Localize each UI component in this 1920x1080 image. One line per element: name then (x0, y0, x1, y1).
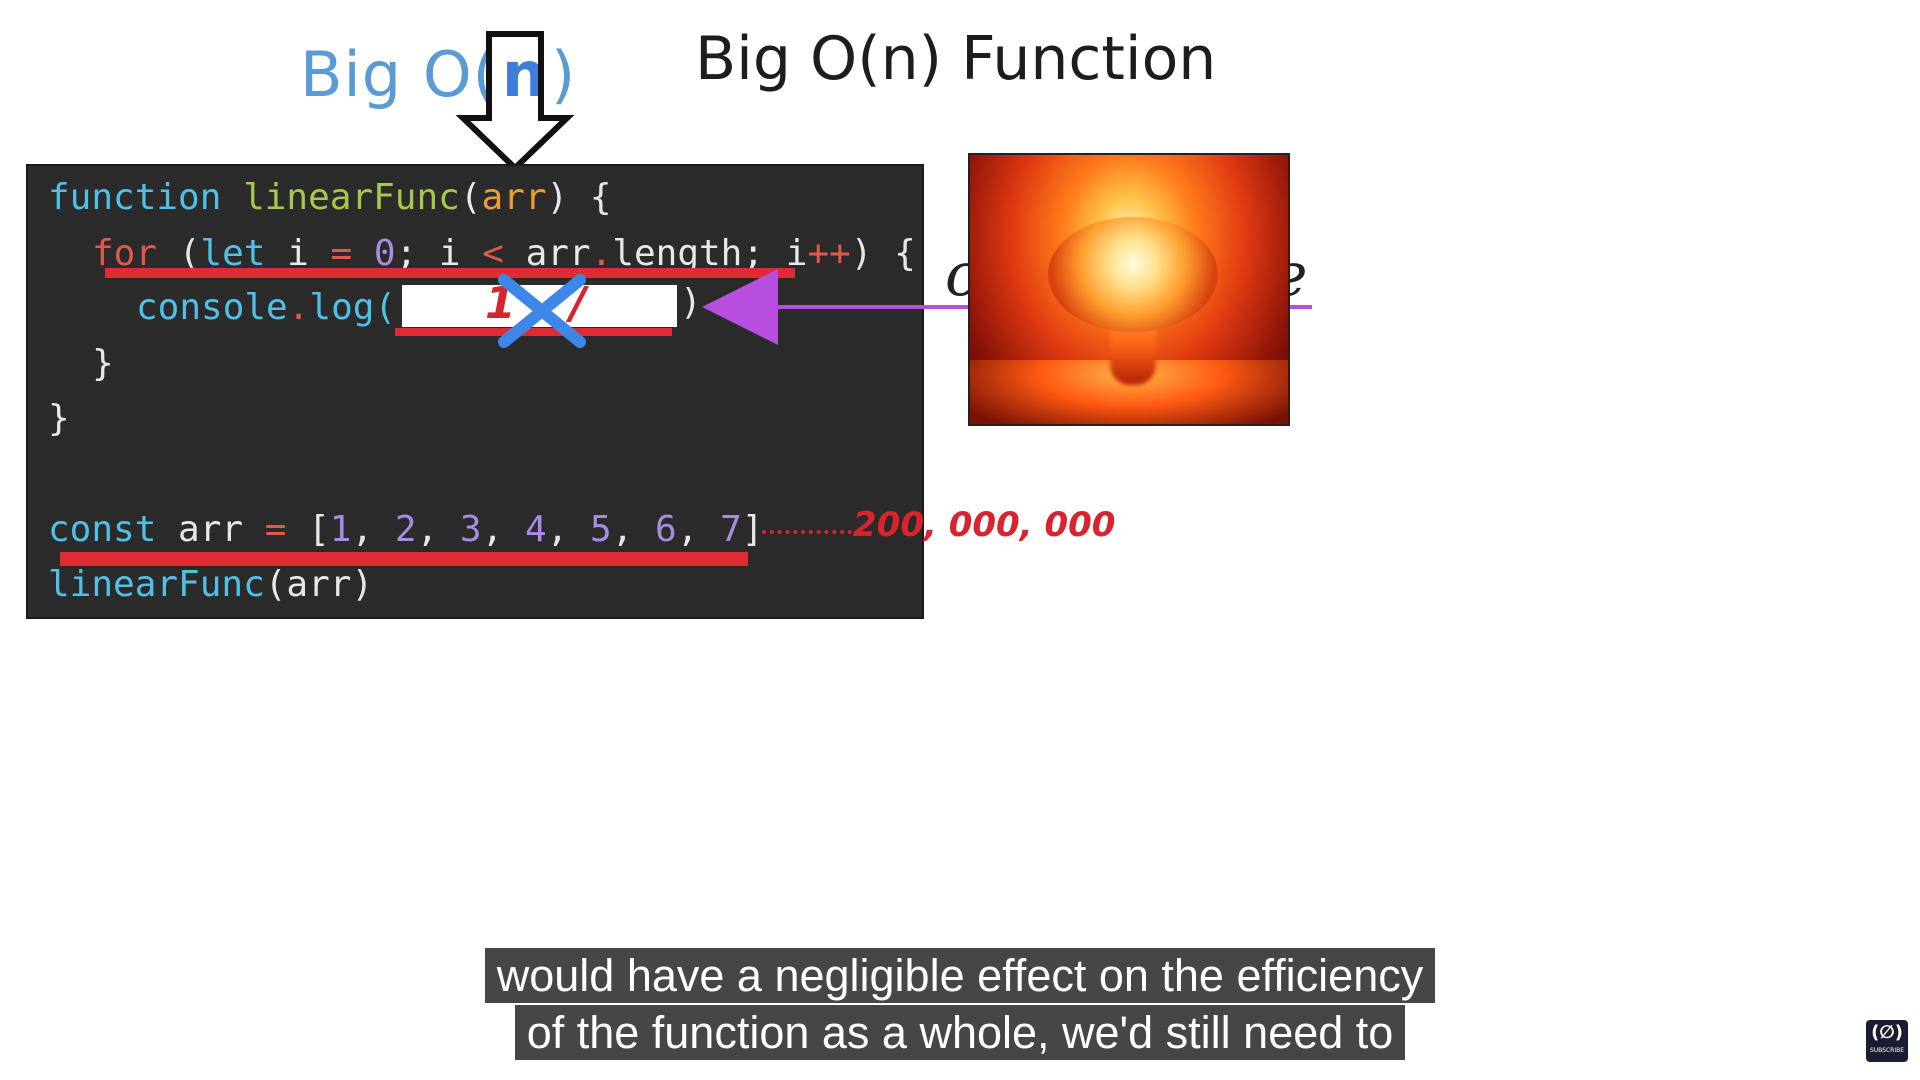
code-token: ) { (546, 177, 612, 218)
code-token: 7 (720, 509, 742, 550)
code-token: const (48, 509, 157, 550)
code-token: = (264, 509, 287, 550)
explosion-cap (1048, 217, 1218, 332)
red-underline-for (105, 268, 795, 278)
big-number-annotation: 200, 000, 000 (853, 505, 1116, 545)
fcc-icon: (∅) (1871, 1022, 1903, 1043)
red-underline-arr (60, 552, 748, 566)
code-panel: function linearFunc(arr) { for (let i = … (26, 164, 924, 619)
down-arrow-icon (455, 31, 575, 172)
code-line-5: } (48, 398, 70, 439)
code-token: 2 (394, 509, 417, 550)
caption-text-2: of the function as a whole, we'd still n… (514, 1005, 1406, 1060)
code-token: . (287, 287, 310, 328)
code-token: 1 (329, 509, 352, 550)
code-token: , (481, 509, 525, 550)
code-token: (arr) (264, 564, 374, 605)
caption-line-1: would have a negligible effect on the ef… (0, 948, 1920, 1003)
code-line-1: function linearFunc(arr) { (48, 176, 612, 220)
code-token: linearFunc (48, 564, 265, 605)
caption-text-1: would have a negligible effect on the ef… (484, 948, 1436, 1003)
code-token: 5 (589, 509, 612, 550)
code-token: arr (481, 177, 547, 218)
code-line-7: linearFunc(arr) (48, 563, 373, 607)
code-token: [ (286, 509, 330, 550)
page-title: Big O(n) Function (695, 24, 1217, 94)
dotted-leader (762, 530, 852, 534)
code-line-4: } (92, 343, 114, 384)
code-token: arr (156, 509, 265, 550)
code-token: console (136, 287, 288, 328)
code-token: , (351, 509, 395, 550)
code-token: ] (741, 509, 764, 550)
code-token: log( (309, 287, 397, 328)
caption-line-2: of the function as a whole, we'd still n… (0, 1005, 1920, 1060)
log-close-paren: ) (680, 282, 702, 323)
subscribe-label: SUBSCRIBE (1869, 1047, 1905, 1054)
code-line-6: const arr = [1, 2, 3, 4, 5, 6, 7] (48, 508, 763, 552)
code-token: 3 (459, 509, 482, 550)
code-token: , (416, 509, 460, 550)
code-token: , (546, 509, 590, 550)
code-token: , (676, 509, 721, 550)
code-token: 6 (655, 509, 677, 550)
code-token: function (48, 177, 222, 218)
code-token: , (611, 509, 656, 550)
code-token: 4 (524, 509, 547, 550)
subscribe-logo[interactable]: (∅) SUBSCRIBE (1866, 1020, 1908, 1062)
code-token: linearFunc (243, 177, 460, 218)
x-mark-icon (498, 274, 586, 348)
code-token: ( (459, 177, 482, 218)
explosion-image (968, 153, 1290, 426)
code-line-3: console.log( (136, 286, 396, 330)
